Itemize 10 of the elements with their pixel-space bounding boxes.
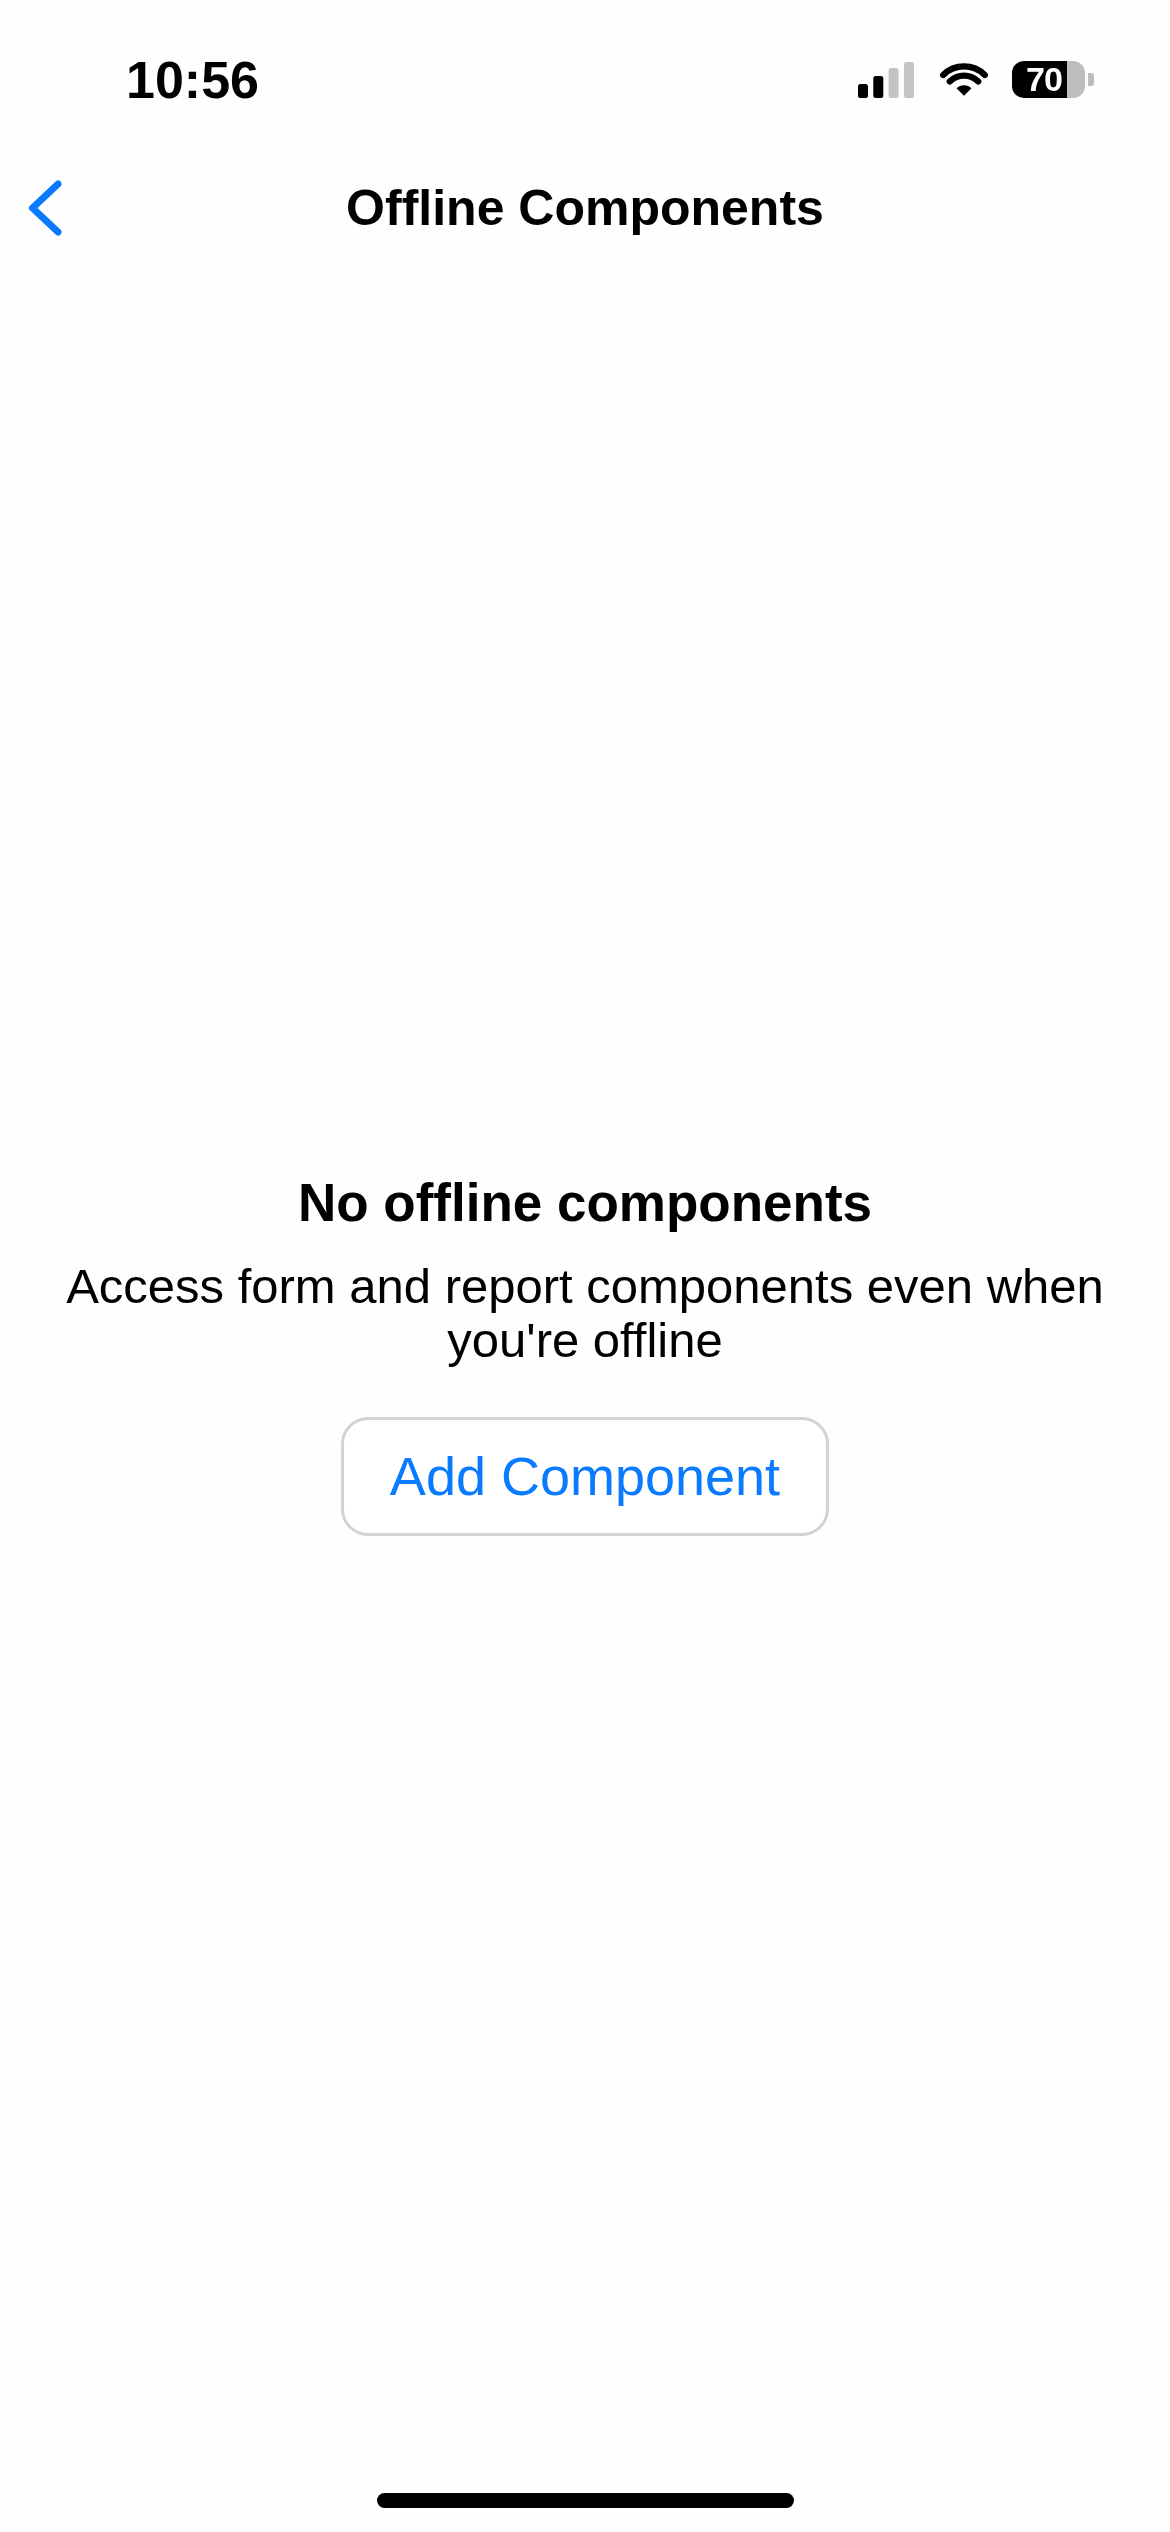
battery-percentage: 70 <box>1026 63 1062 96</box>
nav-title: Offline Components <box>346 179 824 238</box>
status-time: 10:56 <box>126 49 259 110</box>
add-component-button[interactable]: Add Component <box>340 1416 830 1536</box>
empty-message: Access form and report components even when you're offline <box>65 1258 1105 1367</box>
back-icon[interactable] <box>27 180 63 236</box>
signal-icon <box>858 61 914 98</box>
wifi-icon <box>940 62 988 97</box>
battery-icon <box>1012 61 1094 98</box>
empty-heading: No offline components <box>297 1171 873 1234</box>
